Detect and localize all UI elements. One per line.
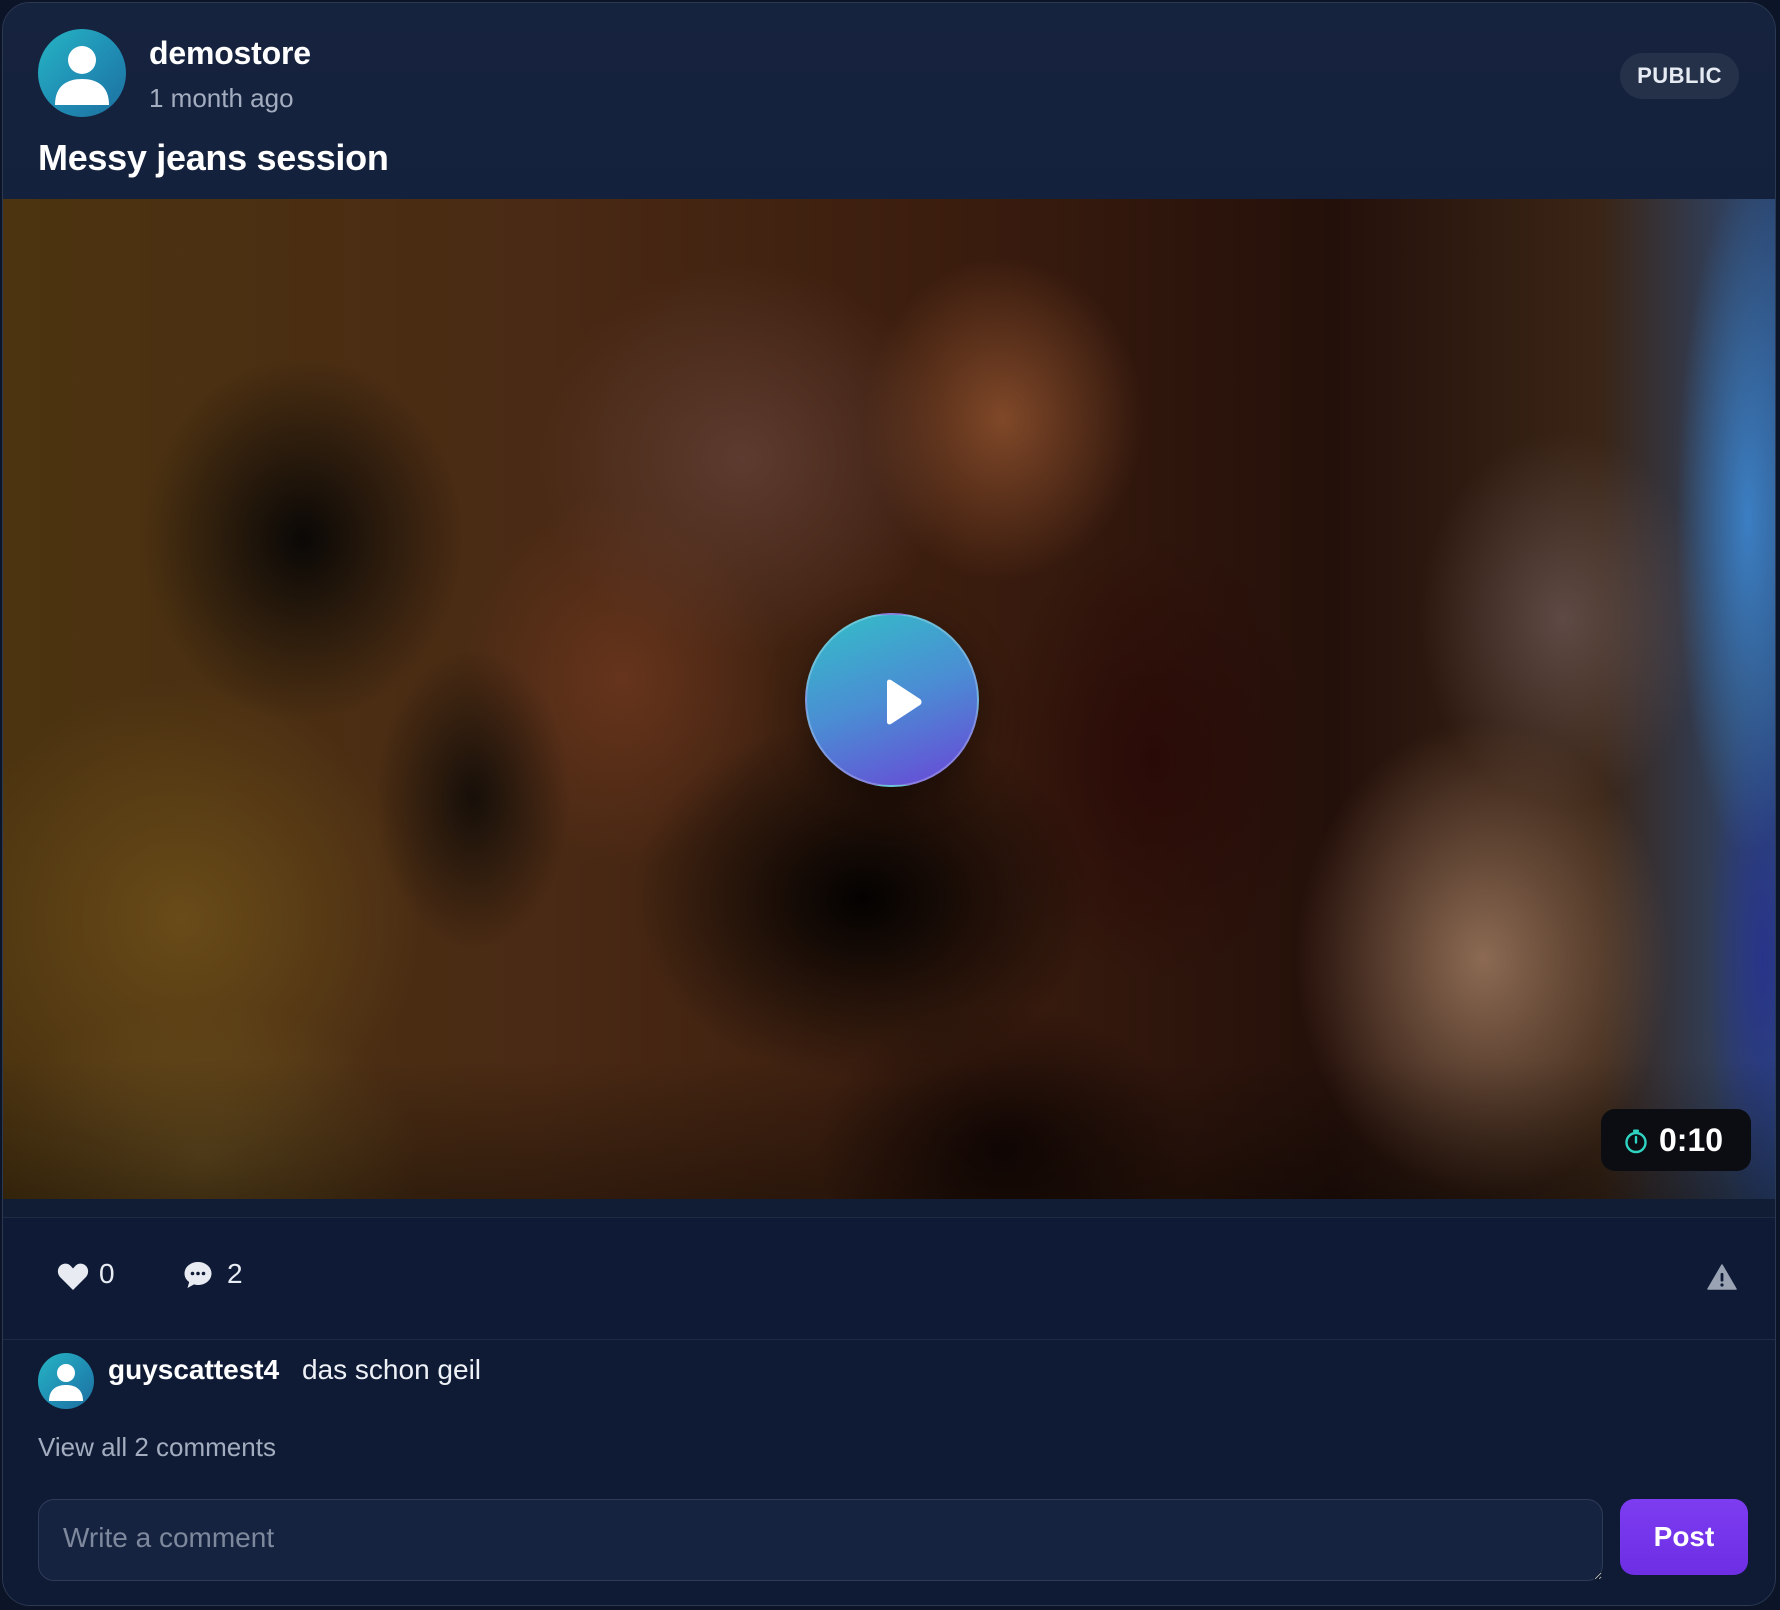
chat-bubble-icon[interactable] [183, 1260, 213, 1290]
user-icon [55, 46, 109, 105]
heart-icon[interactable] [57, 1263, 89, 1291]
author-avatar[interactable] [38, 29, 126, 117]
warning-triangle-icon[interactable] [1707, 1264, 1737, 1290]
play-icon [887, 679, 922, 725]
like-count: 0 [99, 1258, 115, 1289]
comment-author[interactable]: guyscattest4 [108, 1354, 279, 1386]
post-comment-button[interactable]: Post [1620, 1499, 1748, 1575]
post-timestamp: 1 month ago [149, 83, 294, 113]
comment-input[interactable] [38, 1499, 1603, 1581]
author-name[interactable]: demostore [149, 35, 311, 72]
post-title: Messy jeans session [38, 137, 389, 178]
visibility-badge: PUBLIC [1620, 53, 1739, 99]
thumbnail-shade [3, 1059, 1775, 1199]
play-button[interactable] [805, 613, 979, 787]
user-icon [49, 1364, 83, 1401]
post-card: demostore 1 month ago PUBLIC Messy jeans… [2, 2, 1776, 1606]
comments-section: guyscattest4 das schon geil View all 2 c… [3, 1340, 1775, 1605]
view-all-comments-link[interactable]: View all 2 comments [38, 1432, 276, 1463]
action-bar: 0 2 [3, 1218, 1775, 1339]
video-player[interactable]: 0:10 [3, 199, 1775, 1199]
comment-text: das schon geil [302, 1354, 482, 1385]
duration-text: 0:10 [1659, 1122, 1724, 1158]
duration-badge: 0:10 [1601, 1109, 1751, 1171]
commenter-avatar[interactable] [38, 1353, 94, 1409]
post-header: demostore 1 month ago PUBLIC Messy jeans… [3, 3, 1775, 199]
timer-icon [1625, 1129, 1647, 1154]
comment-count: 2 [227, 1258, 243, 1289]
